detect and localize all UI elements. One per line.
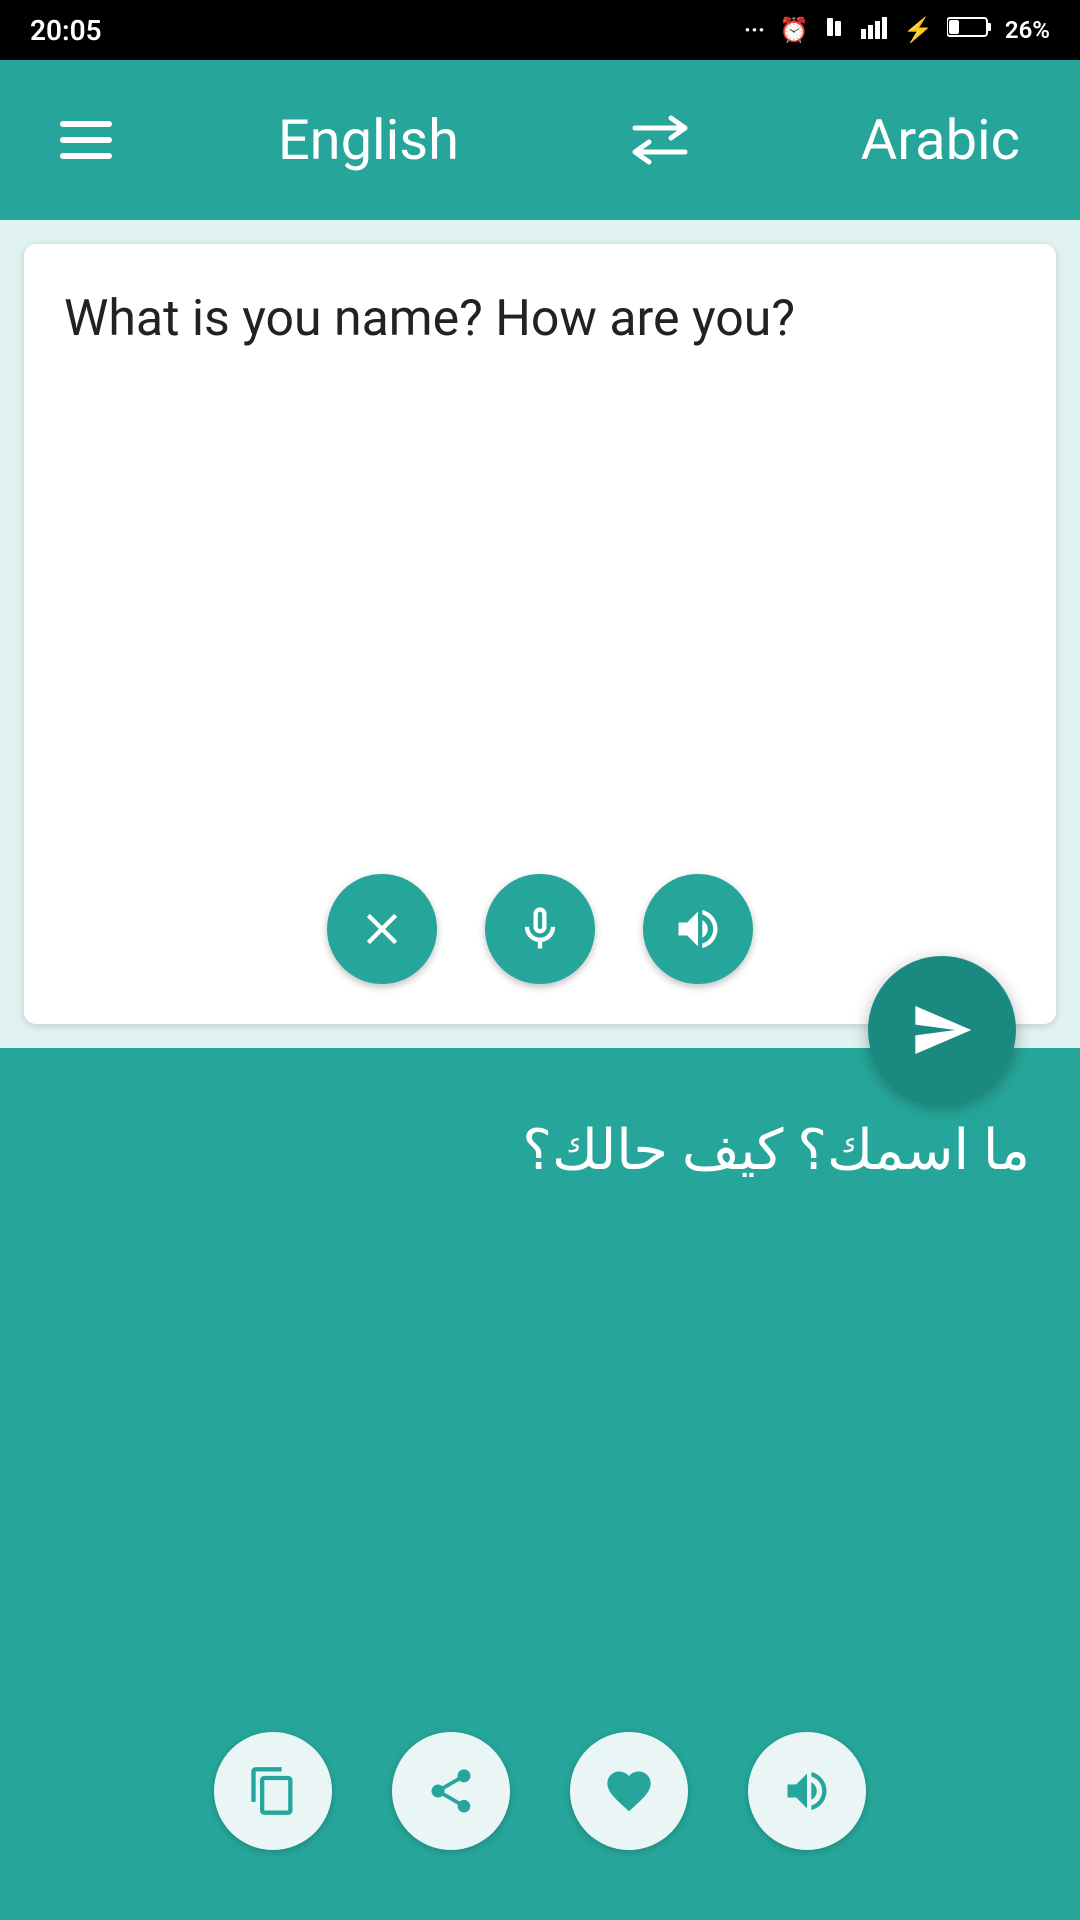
microphone-button[interactable]	[485, 874, 595, 984]
translate-button[interactable]	[868, 956, 1016, 1104]
menu-button[interactable]	[60, 121, 112, 159]
output-panel: ما اسمك؟ كيف حالك؟	[0, 1048, 1080, 1920]
target-language-label[interactable]: Arabic	[861, 107, 1020, 173]
swap-languages-button[interactable]	[625, 110, 695, 170]
more-dots-icon: ···	[744, 16, 765, 44]
main-content: ما اسمك؟ كيف حالك؟	[0, 220, 1080, 1920]
clear-button[interactable]	[327, 874, 437, 984]
bolt-icon: ⚡	[903, 16, 933, 44]
signal-icon	[861, 15, 889, 45]
battery-pct: 26%	[1005, 16, 1050, 44]
alarm-icon: ⏰	[779, 16, 809, 44]
input-textarea[interactable]	[64, 284, 1016, 854]
status-bar: 20:05 ··· ⏰ ⚡ 26%	[0, 0, 1080, 60]
input-actions	[64, 874, 1016, 994]
listen-button[interactable]	[748, 1732, 866, 1850]
status-time: 20:05	[30, 14, 102, 47]
speak-button[interactable]	[643, 874, 753, 984]
source-language-label[interactable]: English	[278, 107, 459, 173]
output-actions	[50, 1732, 1030, 1880]
share-button[interactable]	[392, 1732, 510, 1850]
copy-button[interactable]	[214, 1732, 332, 1850]
status-icons: ··· ⏰ ⚡ 26%	[744, 15, 1050, 45]
battery-icon	[947, 16, 991, 44]
favorite-button[interactable]	[570, 1732, 688, 1850]
sim-icon	[823, 15, 847, 45]
translated-text: ما اسمك؟ كيف حالك؟	[50, 1108, 1030, 1732]
top-bar: English Arabic	[0, 60, 1080, 220]
input-panel	[24, 244, 1056, 1024]
